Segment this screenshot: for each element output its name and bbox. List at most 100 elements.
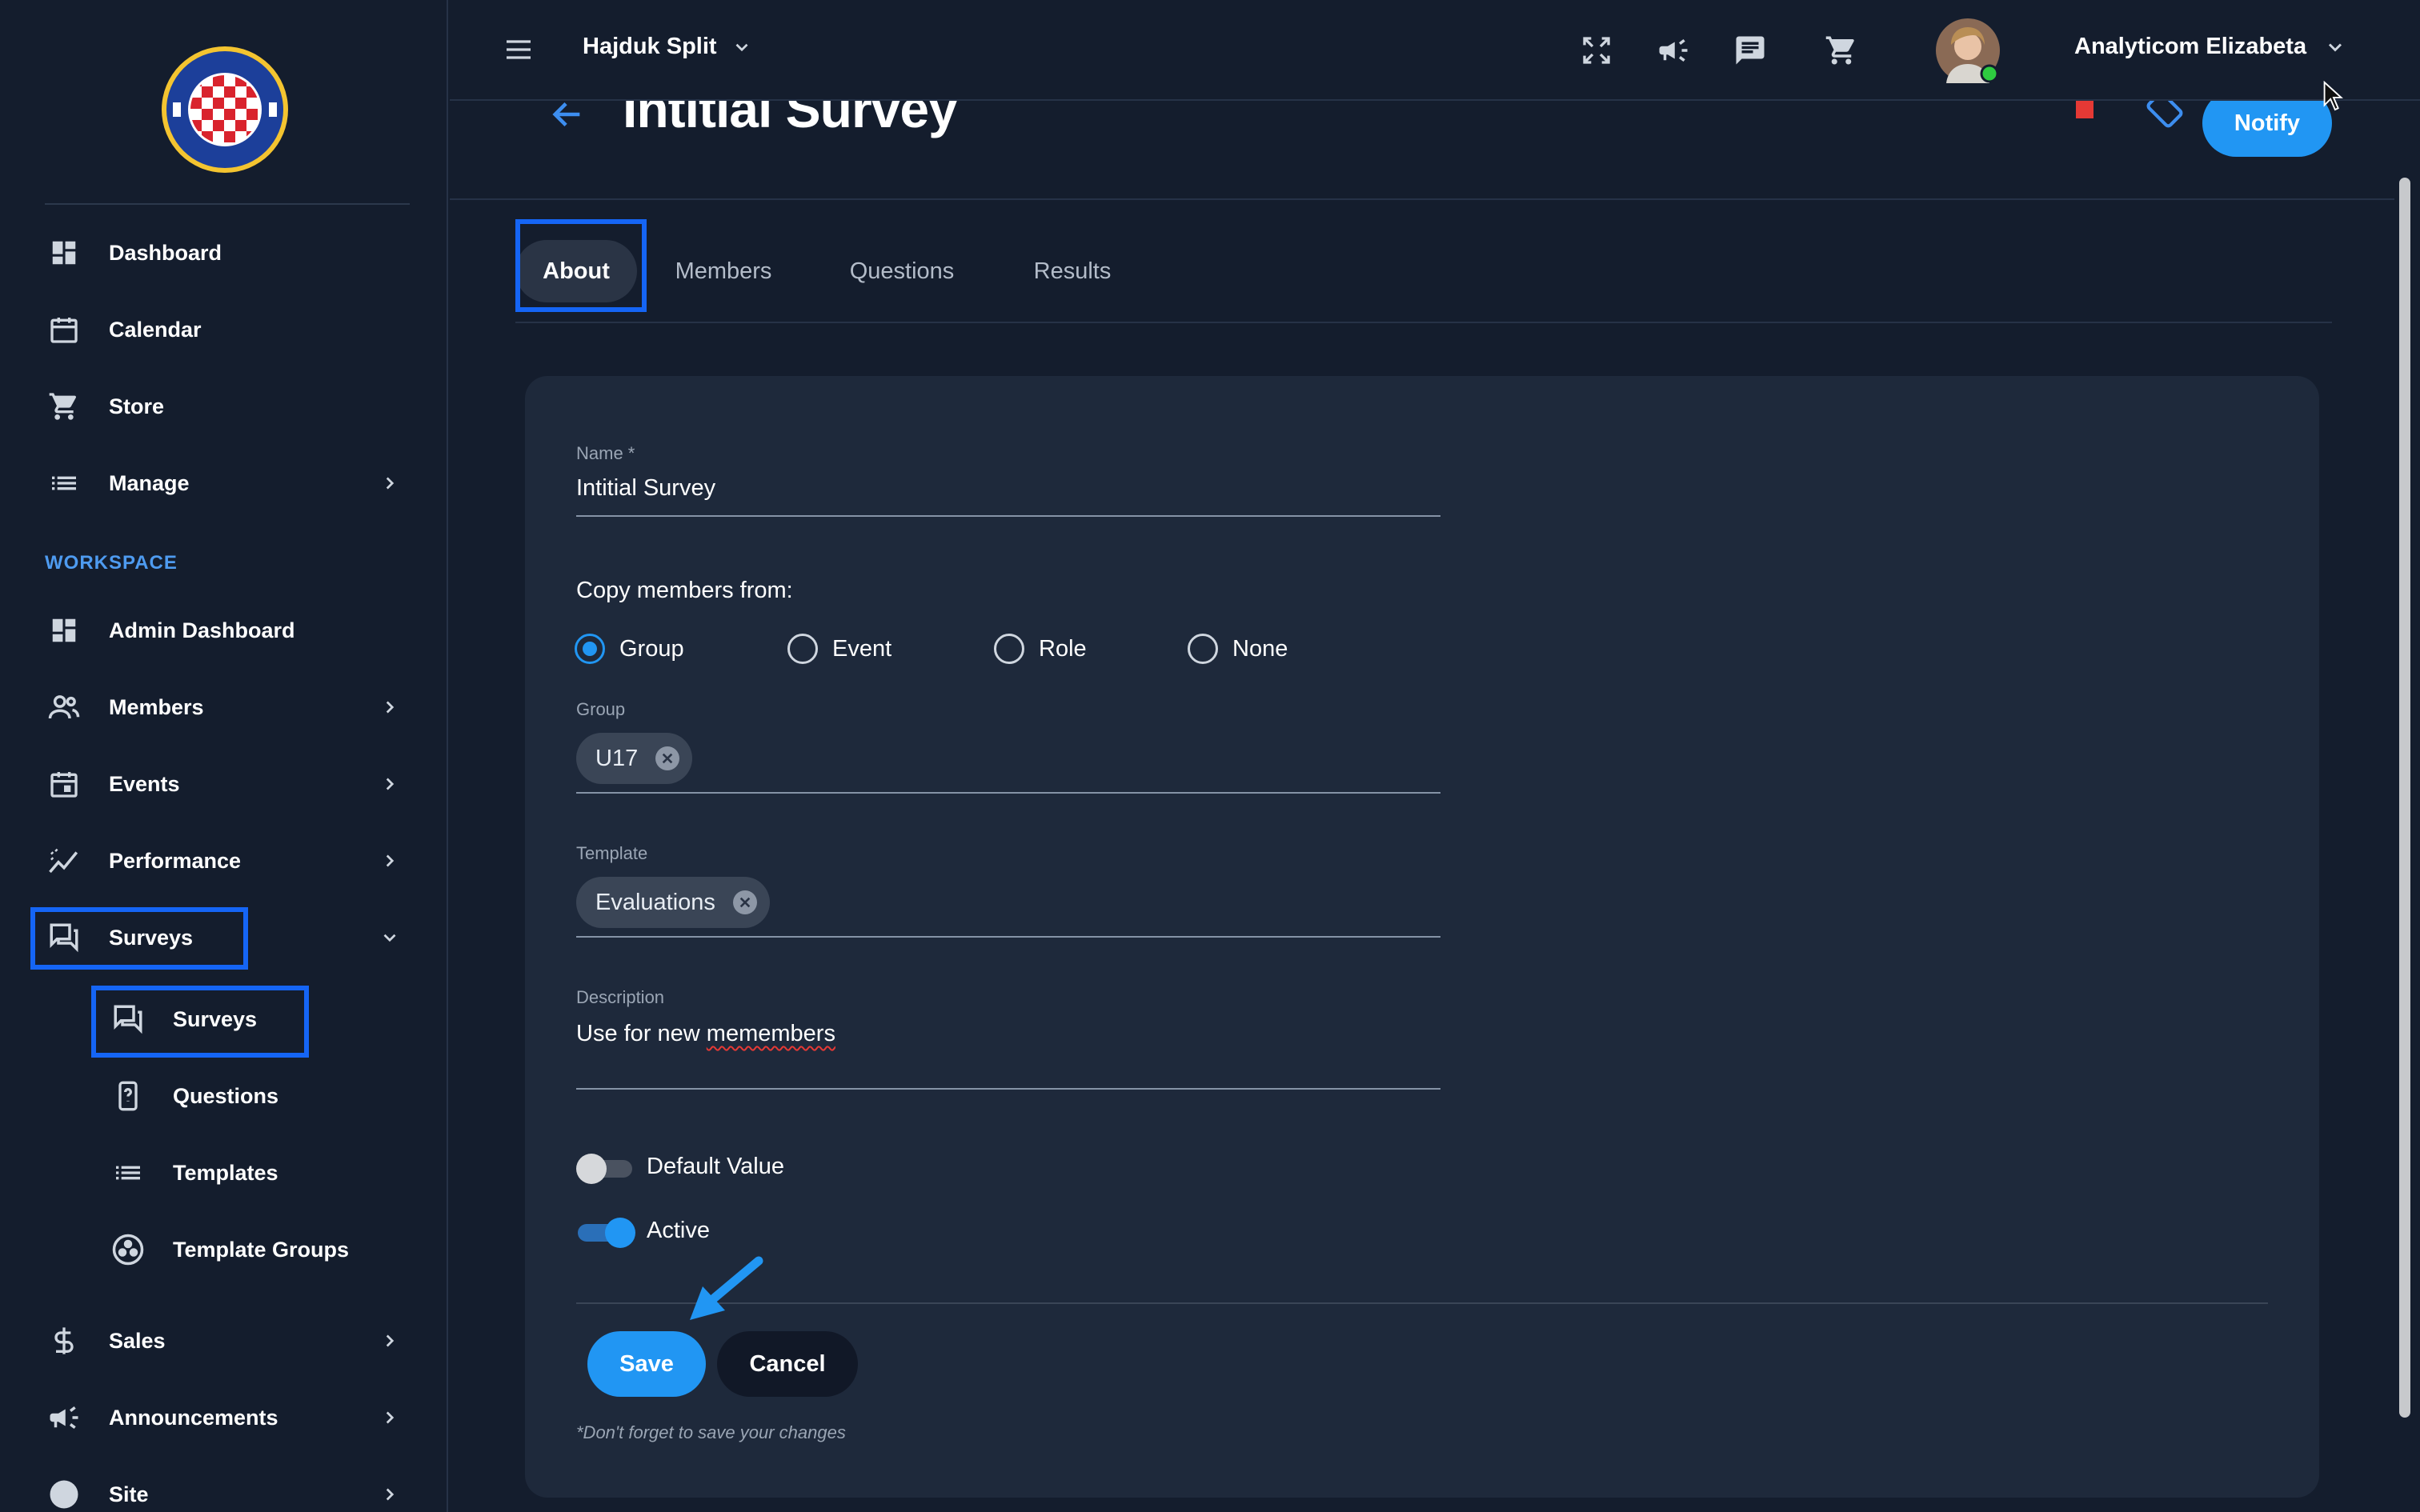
avatar[interactable]	[1935, 18, 2001, 83]
sidebar-item-label: Templates	[173, 1160, 278, 1185]
sidebar-item-calendar[interactable]: Calendar	[0, 291, 448, 368]
sidebar-item-label: Dashboard	[109, 240, 222, 265]
chevron-right-icon	[379, 1407, 400, 1428]
menu-icon[interactable]	[501, 32, 536, 67]
annotation-arrow-icon	[685, 1253, 765, 1333]
page-title: Intitial Survey	[623, 101, 958, 138]
toggle-knob	[605, 1218, 635, 1248]
radio-group[interactable]: Group	[575, 634, 684, 664]
megaphone-icon[interactable]	[1655, 32, 1692, 69]
sidebar-item-label: Questions	[173, 1083, 279, 1108]
sidebar-item-site[interactable]: Site	[0, 1456, 448, 1512]
page-header: Intitial Survey Notify	[450, 101, 2396, 200]
name-underline	[576, 515, 1440, 517]
highlight-surveys-subitem	[91, 986, 309, 1058]
cancel-button[interactable]: Cancel	[717, 1331, 858, 1397]
sidebar-item-manage[interactable]: Manage	[0, 445, 448, 522]
tab-bar: About Members Questions Results	[515, 219, 2332, 323]
sidebar-item-label: Events	[109, 771, 180, 796]
sidebar: Dashboard Calendar Store Manage WORKSPAC…	[0, 0, 448, 1512]
people-icon	[46, 690, 82, 725]
top-bar: Hajduk Split Analyticom Elizabeta	[450, 0, 2420, 111]
radio-none[interactable]: None	[1188, 634, 1288, 664]
chevron-right-icon	[379, 774, 400, 794]
group-chip[interactable]: U17	[576, 733, 693, 784]
chevron-right-icon	[379, 850, 400, 871]
scrollbar-thumb[interactable]	[2399, 178, 2410, 1418]
default-value-label: Default Value	[647, 1154, 784, 1179]
chevron-down-icon	[2329, 43, 2342, 52]
sidebar-item-performance[interactable]: Performance	[0, 822, 448, 899]
sidebar-item-label: Site	[109, 1482, 149, 1506]
chat-icon[interactable]	[1732, 32, 1769, 69]
user-name: Analyticom Elizabeta	[2074, 34, 2307, 59]
chevron-down-icon	[735, 44, 748, 52]
save-button[interactable]: Save	[587, 1331, 706, 1397]
chevron-down-icon	[379, 927, 400, 948]
description-text: Use for new	[576, 1021, 707, 1046]
cart-icon	[46, 389, 82, 424]
chevron-right-icon	[379, 697, 400, 718]
sidebar-item-announcements[interactable]: Announcements	[0, 1379, 448, 1456]
tab-results[interactable]: Results	[1024, 240, 1120, 302]
cart-icon[interactable]	[1823, 32, 1860, 69]
club-logo[interactable]	[160, 45, 290, 174]
name-input[interactable]: Intitial Survey	[576, 475, 715, 502]
radio-label: Role	[1039, 635, 1087, 662]
remove-chip-icon[interactable]	[655, 746, 680, 770]
dashboard-icon	[46, 613, 82, 648]
page-scrollbar[interactable]	[2394, 101, 2420, 1512]
template-field-label: Template	[576, 843, 648, 863]
sidebar-item-dashboard[interactable]: Dashboard	[0, 214, 448, 291]
event-icon	[46, 766, 82, 802]
sidebar-item-label: Admin Dashboard	[109, 618, 295, 642]
template-chip[interactable]: Evaluations	[576, 877, 770, 928]
tab-members[interactable]: Members	[667, 240, 779, 302]
description-underline	[576, 1088, 1440, 1090]
chevron-right-icon	[379, 473, 400, 494]
sidebar-item-members[interactable]: Members	[0, 669, 448, 746]
sidebar-item-label: Store	[109, 394, 165, 418]
org-selector[interactable]: Hajduk Split	[583, 34, 752, 60]
sidebar-item-events[interactable]: Events	[0, 746, 448, 822]
mouse-cursor-icon	[2321, 80, 2346, 112]
toggle-knob	[576, 1154, 607, 1184]
radio-unselected-icon	[1188, 634, 1218, 664]
save-hint: *Don't forget to save your changes	[576, 1422, 846, 1442]
survey-form-card: Name * Intitial Survey Copy members from…	[525, 376, 2319, 1498]
tab-questions[interactable]: Questions	[842, 240, 962, 302]
user-menu[interactable]: Analyticom Elizabeta	[2074, 34, 2346, 60]
org-name: Hajduk Split	[583, 34, 717, 59]
radio-role[interactable]: Role	[994, 634, 1087, 664]
sidebar-subitem-template-groups[interactable]: Template Groups	[0, 1211, 448, 1288]
description-input[interactable]: Use for new memembers	[576, 1021, 835, 1047]
description-field-label: Description	[576, 987, 665, 1007]
radio-label: None	[1232, 635, 1288, 662]
sidebar-item-label: Calendar	[109, 317, 202, 342]
sidebar-item-store[interactable]: Store	[0, 368, 448, 445]
remove-chip-icon[interactable]	[732, 890, 757, 914]
radio-unselected-icon	[994, 634, 1024, 664]
screen-rotation-icon[interactable]	[2145, 101, 2185, 131]
notify-button[interactable]: Notify	[2202, 101, 2332, 157]
calendar-icon	[46, 312, 82, 347]
sidebar-item-sales[interactable]: Sales	[0, 1302, 448, 1379]
chip-label: U17	[595, 745, 639, 771]
sidebar-subitem-templates[interactable]: Templates	[0, 1134, 448, 1211]
radio-selected-icon	[575, 634, 605, 664]
chevron-right-icon	[379, 1484, 400, 1505]
sidebar-item-admin-dashboard[interactable]: Admin Dashboard	[0, 592, 448, 669]
active-toggle[interactable]	[576, 1216, 635, 1248]
back-arrow-icon[interactable]	[549, 101, 589, 136]
radio-event[interactable]: Event	[787, 634, 891, 664]
radio-label: Event	[832, 635, 892, 662]
name-field-label: Name *	[576, 443, 635, 463]
sidebar-subitem-questions[interactable]: Questions	[0, 1058, 448, 1134]
fullscreen-icon[interactable]	[1578, 32, 1615, 69]
group-underline	[576, 792, 1440, 794]
sidebar-item-label: Members	[109, 694, 204, 719]
default-value-toggle[interactable]	[576, 1152, 635, 1184]
sidebar-item-label: Manage	[109, 470, 190, 495]
globe-icon	[46, 1477, 82, 1512]
sidebar-item-label: Announcements	[109, 1405, 278, 1430]
